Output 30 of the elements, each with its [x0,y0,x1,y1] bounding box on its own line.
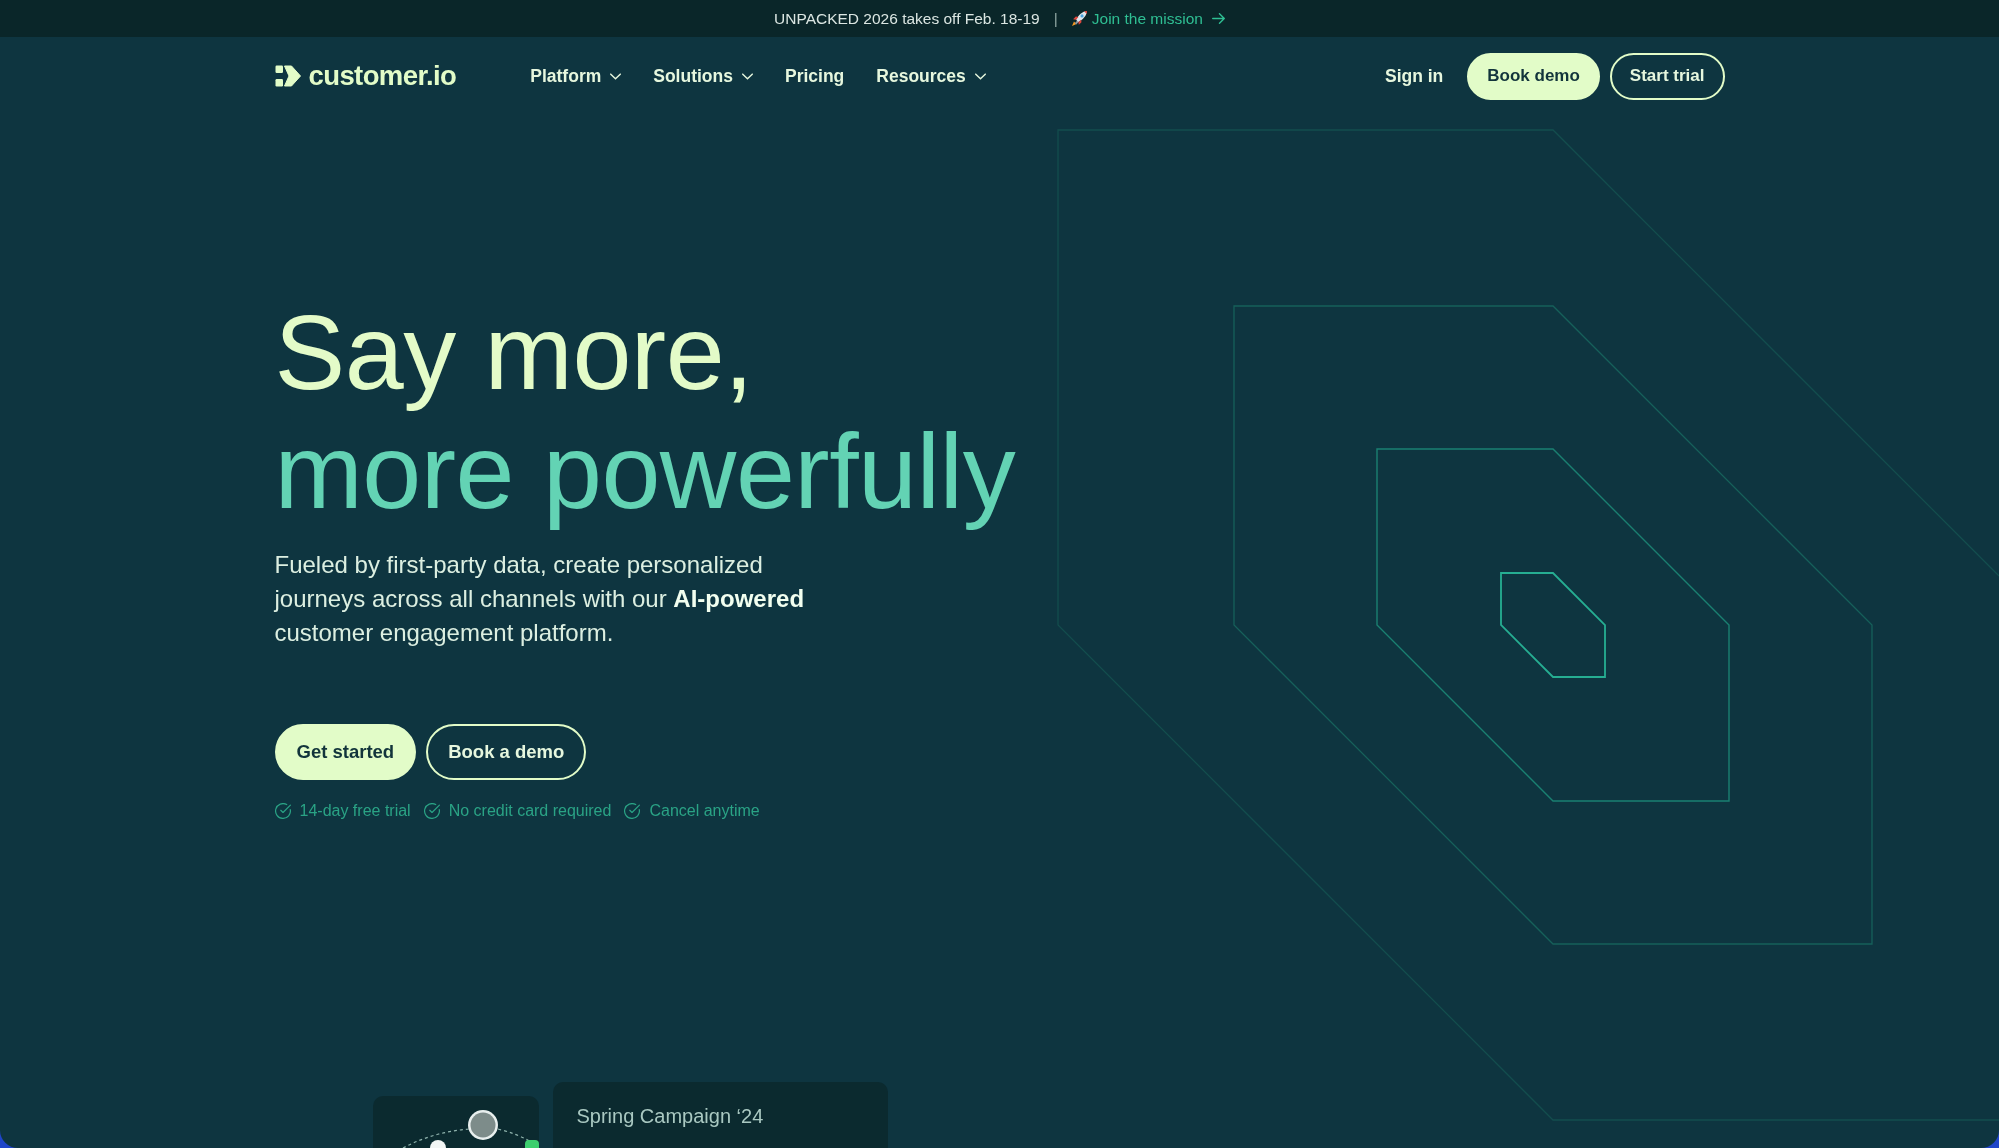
headline-text: more powerfully [274,412,1016,531]
check-circle-icon [423,803,440,819]
perk-text: No credit card required [448,802,612,820]
sign-in-link[interactable]: Sign in [1384,65,1444,87]
perk-text: 14-day free trial [299,802,411,820]
nav-menu-button[interactable]: Resources [876,65,986,87]
nav-menu-button[interactable]: Solutions [653,65,753,87]
cta-button[interactable]: Get started [274,724,417,780]
dashed-connector [401,1128,470,1148]
logo-link[interactable]: customer.io [274,60,457,92]
logo-icon [274,65,301,87]
banner-link[interactable]: Join the mission [1071,9,1225,28]
node-icon [429,1140,446,1148]
check-circle-icon [274,803,291,819]
avatar-icon [467,1110,498,1140]
campaign-title: Spring Campaign ‘24 [576,1105,764,1127]
channel-node-icon [524,1140,539,1148]
cta-button[interactable]: Book a demo [426,724,587,780]
arrow-right-icon [1211,13,1225,24]
header-button[interactable]: Start trial [1609,52,1725,100]
nav-menu-button[interactable]: Platform [530,65,622,87]
perk-text: Cancel anytime [649,802,760,820]
header-button[interactable]: Book demo [1467,52,1600,100]
headline-text: Say more, [274,293,754,412]
nav-menu-button[interactable]: Pricing [784,65,845,87]
rocket-icon [1071,11,1087,26]
hero-description: Fueled by first-party data, create personalized journeys across all channels with our AI-powered customer engagement platform. [274,550,806,648]
announcement-text: UNPACKED 2026 takes off Feb. 18-19 [774,9,1040,28]
check-circle-icon [624,803,641,819]
separator: | [1053,9,1058,28]
